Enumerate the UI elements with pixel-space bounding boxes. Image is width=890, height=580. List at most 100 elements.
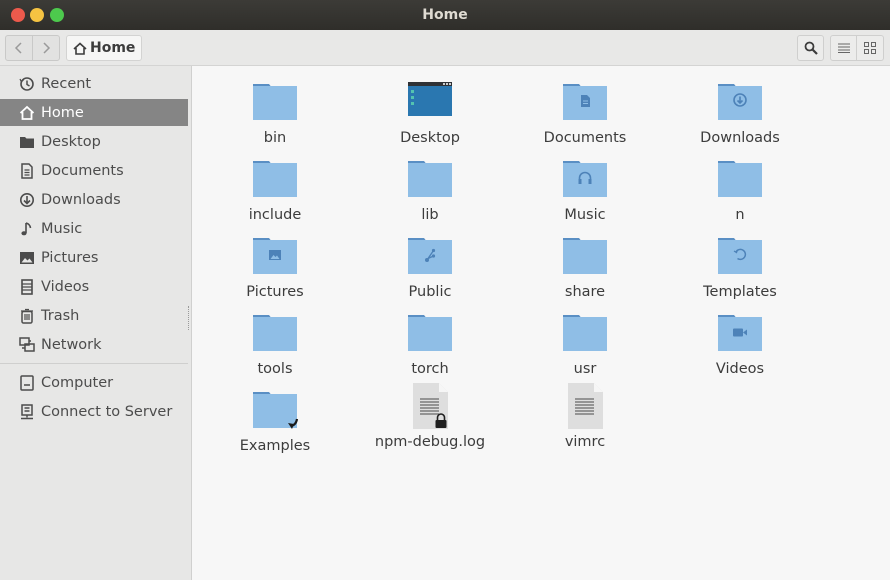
chevron-left-icon	[15, 42, 22, 54]
file-item-templates[interactable]: Templates	[670, 234, 810, 308]
file-name: Music	[564, 207, 606, 223]
file-name: n	[735, 207, 745, 223]
grid-view-button[interactable]	[857, 35, 884, 61]
file-name: Videos	[715, 361, 765, 377]
file-item-tools[interactable]: tools	[205, 311, 345, 385]
locked-text-file-icon	[413, 383, 448, 429]
folder-icon	[253, 161, 297, 197]
sidebar-item-home[interactable]: Home	[0, 99, 188, 126]
sidebar-item-label: Network	[41, 336, 102, 353]
folder-icon	[563, 238, 607, 274]
sidebar-item-label: Documents	[41, 162, 124, 179]
file-name: usr	[573, 361, 597, 377]
file-name: Public	[408, 284, 452, 300]
home-icon	[73, 41, 87, 55]
picture-icon	[19, 250, 35, 266]
sidebar-item-label: Downloads	[41, 191, 121, 208]
sidebar-item-label: Desktop	[41, 133, 101, 150]
sidebar-item-trash[interactable]: Trash	[0, 302, 188, 329]
list-view-button[interactable]	[830, 35, 857, 61]
file-item-videos[interactable]: Videos	[670, 311, 810, 385]
file-icon-view: bin Desktop Documents Downloads include …	[192, 66, 890, 580]
file-name: Examples	[239, 438, 311, 454]
sidebar-item-label: Music	[41, 220, 83, 237]
list-view-icon	[837, 43, 850, 53]
desktop-icon	[408, 82, 452, 116]
file-item-bin[interactable]: bin	[205, 80, 345, 154]
file-name: torch	[411, 361, 449, 377]
file-name: Templates	[703, 284, 777, 300]
sidebar-item-videos[interactable]: Videos	[0, 273, 188, 300]
network-icon	[19, 336, 35, 353]
sidebar-item-computer[interactable]: Computer	[0, 369, 188, 396]
videos-folder-icon	[718, 315, 762, 351]
server-icon	[19, 403, 35, 420]
file-name: vimrc	[564, 434, 606, 450]
file-item-share[interactable]: share	[515, 234, 655, 308]
computer-icon	[19, 374, 35, 391]
sidebar-item-desktop[interactable]: Desktop	[0, 128, 188, 155]
window-title: Home	[422, 7, 468, 23]
downloads-folder-icon	[718, 84, 762, 120]
file-item-vimrc[interactable]: vimrc	[515, 382, 655, 456]
pictures-folder-icon	[253, 238, 297, 274]
sidebar-separator	[0, 363, 188, 364]
sidebar-item-music[interactable]: Music	[0, 215, 188, 242]
file-item-lib[interactable]: lib	[360, 157, 500, 231]
sidebar-item-label: Recent	[41, 75, 92, 92]
sidebar-item-pictures[interactable]: Pictures	[0, 244, 188, 271]
sidebar-resize-handle[interactable]	[188, 306, 191, 330]
file-item-npm-debug-log[interactable]: npm-debug.log	[360, 382, 500, 456]
sidebar-item-network[interactable]: Network	[0, 331, 188, 358]
symlink-folder-icon	[253, 392, 299, 429]
search-icon	[804, 41, 818, 55]
header-toolbar: Home	[0, 30, 890, 66]
sidebar-item-recent[interactable]: Recent	[0, 70, 188, 97]
sidebar-item-label: Pictures	[41, 249, 99, 266]
sidebar-item-label: Home	[41, 104, 84, 121]
chevron-right-icon	[43, 42, 51, 54]
file-item-music[interactable]: Music	[515, 157, 655, 231]
file-item-torch[interactable]: torch	[360, 311, 500, 385]
file-name: Downloads	[700, 130, 780, 146]
folder-icon	[408, 161, 452, 197]
file-name: tools	[257, 361, 293, 377]
file-item-downloads[interactable]: Downloads	[670, 80, 810, 154]
file-item-usr[interactable]: usr	[515, 311, 655, 385]
folder-icon	[563, 315, 607, 351]
places-sidebar: Recent Home Desktop Documents Downloads …	[0, 66, 192, 580]
file-item-n[interactable]: n	[670, 157, 810, 231]
breadcrumb-home[interactable]: Home	[66, 35, 143, 61]
folder-icon	[718, 161, 762, 197]
clock-icon	[19, 76, 35, 92]
templates-folder-icon	[718, 238, 762, 274]
sidebar-item-downloads[interactable]: Downloads	[0, 186, 188, 213]
navigation-buttons	[5, 35, 60, 61]
sidebar-item-label: Videos	[41, 278, 90, 295]
download-icon	[19, 192, 35, 208]
documents-folder-icon	[563, 84, 607, 120]
public-folder-icon	[408, 238, 452, 274]
file-name: npm-debug.log	[374, 434, 486, 450]
sidebar-item-documents[interactable]: Documents	[0, 157, 188, 184]
file-name: include	[248, 207, 302, 223]
file-name: share	[564, 284, 606, 300]
home-icon	[19, 105, 35, 121]
breadcrumb-label: Home	[90, 40, 136, 56]
film-icon	[19, 278, 35, 295]
file-name: Pictures	[246, 284, 304, 300]
file-item-desktop[interactable]: Desktop	[360, 80, 500, 154]
file-item-pictures[interactable]: Pictures	[205, 234, 345, 308]
file-item-public[interactable]: Public	[360, 234, 500, 308]
search-button[interactable]	[797, 35, 824, 61]
file-item-examples[interactable]: Examples	[205, 388, 345, 462]
back-button[interactable]	[6, 36, 32, 60]
file-item-documents[interactable]: Documents	[515, 80, 655, 154]
file-item-include[interactable]: include	[205, 157, 345, 231]
forward-button[interactable]	[32, 36, 59, 60]
folder-icon	[253, 84, 297, 120]
file-name: bin	[263, 130, 287, 146]
folder-icon	[253, 315, 297, 351]
desktop-folder-icon	[19, 134, 35, 150]
sidebar-item-connect-to-server[interactable]: Connect to Server	[0, 398, 188, 425]
